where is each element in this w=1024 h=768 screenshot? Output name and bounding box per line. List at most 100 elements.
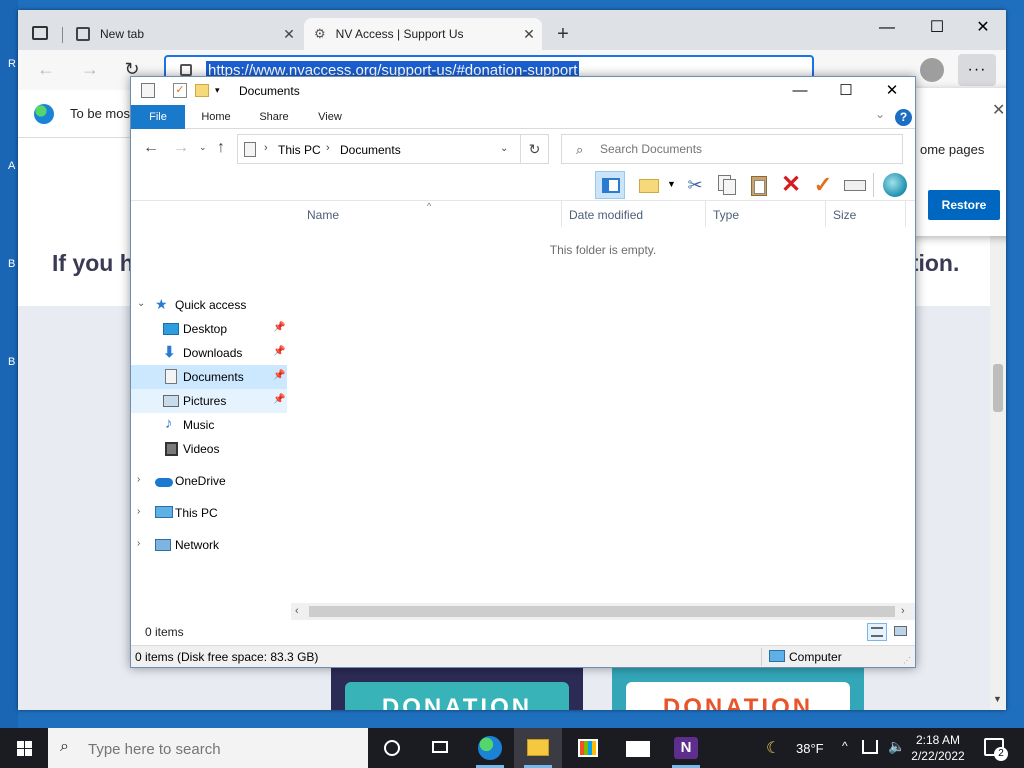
cortana-button[interactable] (368, 728, 416, 768)
copy-icon[interactable] (715, 173, 739, 197)
maximize-button[interactable]: ☐ (823, 77, 869, 105)
tab-view[interactable]: View (305, 105, 355, 129)
chevron-down-icon[interactable]: ⌄ (875, 107, 885, 121)
back-button[interactable]: ← (143, 139, 159, 157)
forward-button[interactable]: → (173, 139, 189, 157)
column-divider[interactable] (905, 201, 906, 227)
details-view-button[interactable] (867, 623, 887, 641)
search-box[interactable]: ⌕ (561, 134, 903, 164)
taskbar-store[interactable] (564, 728, 612, 768)
checkbox-icon[interactable]: ✓ (173, 83, 187, 98)
minimize-button[interactable]: — (777, 77, 823, 105)
tab-home[interactable]: Home (191, 105, 241, 129)
nav-item-network[interactable]: › Network (131, 533, 287, 557)
chevron-right-icon[interactable]: › (901, 605, 905, 617)
column-divider[interactable] (705, 201, 706, 227)
pin-icon[interactable]: 📌 (273, 322, 285, 333)
help-icon[interactable]: ? (895, 109, 912, 126)
chevron-down-icon[interactable]: ⌄ (137, 298, 145, 309)
moon-icon[interactable]: ☾ (766, 738, 780, 758)
donation-button[interactable]: DONATION (626, 682, 850, 710)
close-icon[interactable]: ✕ (516, 26, 542, 43)
scissors-icon[interactable]: ✂ (683, 173, 707, 197)
tab-file[interactable]: File (131, 105, 185, 129)
lock-icon[interactable] (180, 64, 192, 76)
start-button[interactable] (0, 728, 48, 768)
taskbar-mail[interactable] (614, 728, 662, 768)
profile-avatar[interactable] (920, 58, 944, 82)
properties-icon[interactable] (141, 83, 155, 98)
chevron-right-icon[interactable]: › (326, 142, 330, 154)
file-list[interactable]: ^ Name Date modified Type Size This fold… (291, 201, 915, 601)
nav-item-desktop[interactable]: Desktop 📌 (131, 317, 287, 341)
nav-item-this-pc[interactable]: › This PC (131, 501, 287, 525)
new-tab-button[interactable]: + (550, 22, 576, 48)
close-button[interactable]: ✕ (960, 14, 1006, 42)
taskbar-edge[interactable] (466, 728, 514, 768)
task-view-button[interactable] (416, 728, 464, 768)
scroll-thumb[interactable] (993, 364, 1003, 412)
browser-tab-new-tab[interactable]: New tab ✕ (66, 18, 302, 50)
nav-item-music[interactable]: ♪ Music (131, 413, 287, 437)
column-header-type[interactable]: Type (713, 208, 739, 222)
close-icon[interactable]: ✕ (992, 100, 1005, 120)
breadcrumb-documents[interactable]: Documents (340, 143, 401, 157)
more-options-button[interactable]: ··· (958, 54, 996, 86)
up-button[interactable]: ↑ (217, 139, 225, 157)
tab-share[interactable]: Share (249, 105, 299, 129)
column-divider[interactable] (825, 201, 826, 227)
pin-icon[interactable]: 📌 (273, 394, 285, 405)
pin-icon[interactable]: 📌 (273, 370, 285, 381)
horizontal-scrollbar[interactable]: ‹ › (291, 603, 915, 620)
close-button[interactable]: ✕ (869, 77, 915, 105)
column-header-name[interactable]: Name (307, 208, 339, 222)
nav-item-documents[interactable]: Documents 📌 (131, 365, 287, 389)
taskbar-search-input[interactable] (88, 740, 358, 758)
large-icons-view-button[interactable] (891, 623, 911, 641)
taskbar-nvda[interactable]: N (662, 728, 710, 768)
chevron-right-icon[interactable]: › (264, 142, 268, 154)
tab-actions-icon[interactable] (32, 26, 48, 40)
nav-item-videos[interactable]: Videos (131, 437, 287, 461)
scroll-thumb[interactable] (309, 606, 895, 617)
chevron-down-icon[interactable]: ▼ (667, 179, 676, 189)
new-folder-icon[interactable] (195, 84, 209, 97)
weather-temperature[interactable]: 38°F (796, 741, 824, 756)
chevron-down-icon[interactable]: ⌄ (500, 143, 508, 154)
chevron-right-icon[interactable]: › (137, 506, 140, 517)
taskbar-search[interactable]: ⌕ (48, 728, 368, 768)
breadcrumb[interactable]: › This PC › Documents ⌄ ↻ (237, 134, 549, 164)
clock-time[interactable]: 2:18 AM (914, 733, 962, 747)
network-icon[interactable] (862, 740, 878, 754)
refresh-button[interactable]: ↻ (520, 135, 548, 163)
close-icon[interactable]: ✕ (276, 26, 302, 43)
column-divider[interactable] (561, 201, 562, 227)
chevron-right-icon[interactable]: › (137, 538, 140, 549)
new-folder-icon[interactable] (637, 173, 661, 197)
taskbar-file-explorer[interactable] (514, 728, 562, 768)
chevron-right-icon[interactable]: › (137, 474, 140, 485)
paste-icon[interactable] (747, 173, 771, 197)
chevron-left-icon[interactable]: ‹ (295, 605, 299, 617)
breadcrumb-this-pc[interactable]: This PC (278, 143, 321, 157)
nav-item-onedrive[interactable]: › OneDrive (131, 469, 287, 493)
minimize-button[interactable]: — (864, 14, 910, 42)
layout-pane-icon[interactable] (595, 171, 625, 199)
column-header-date-modified[interactable]: Date modified (569, 208, 643, 222)
nav-item-downloads[interactable]: ⬇ Downloads 📌 (131, 341, 287, 365)
recent-locations-button[interactable]: ⌄ (199, 142, 207, 153)
nav-item-pictures[interactable]: Pictures 📌 (131, 389, 287, 413)
rename-icon[interactable] (843, 173, 867, 197)
restore-button[interactable]: Restore (928, 190, 1000, 220)
forward-button[interactable]: → (76, 58, 104, 82)
delete-icon[interactable]: ✕ (779, 173, 803, 197)
globe-icon[interactable] (883, 173, 907, 197)
scroll-down-icon[interactable]: ▼ (993, 694, 1002, 704)
column-header-size[interactable]: Size (833, 208, 856, 222)
donation-button[interactable]: DONATION (345, 682, 569, 710)
maximize-button[interactable]: ☐ (914, 14, 960, 42)
pin-icon[interactable]: 📌 (273, 346, 285, 357)
nav-item-quick-access[interactable]: ⌄ ★ Quick access (131, 293, 287, 317)
search-input[interactable] (600, 141, 890, 157)
clock-date[interactable]: 2/22/2022 (908, 749, 968, 763)
